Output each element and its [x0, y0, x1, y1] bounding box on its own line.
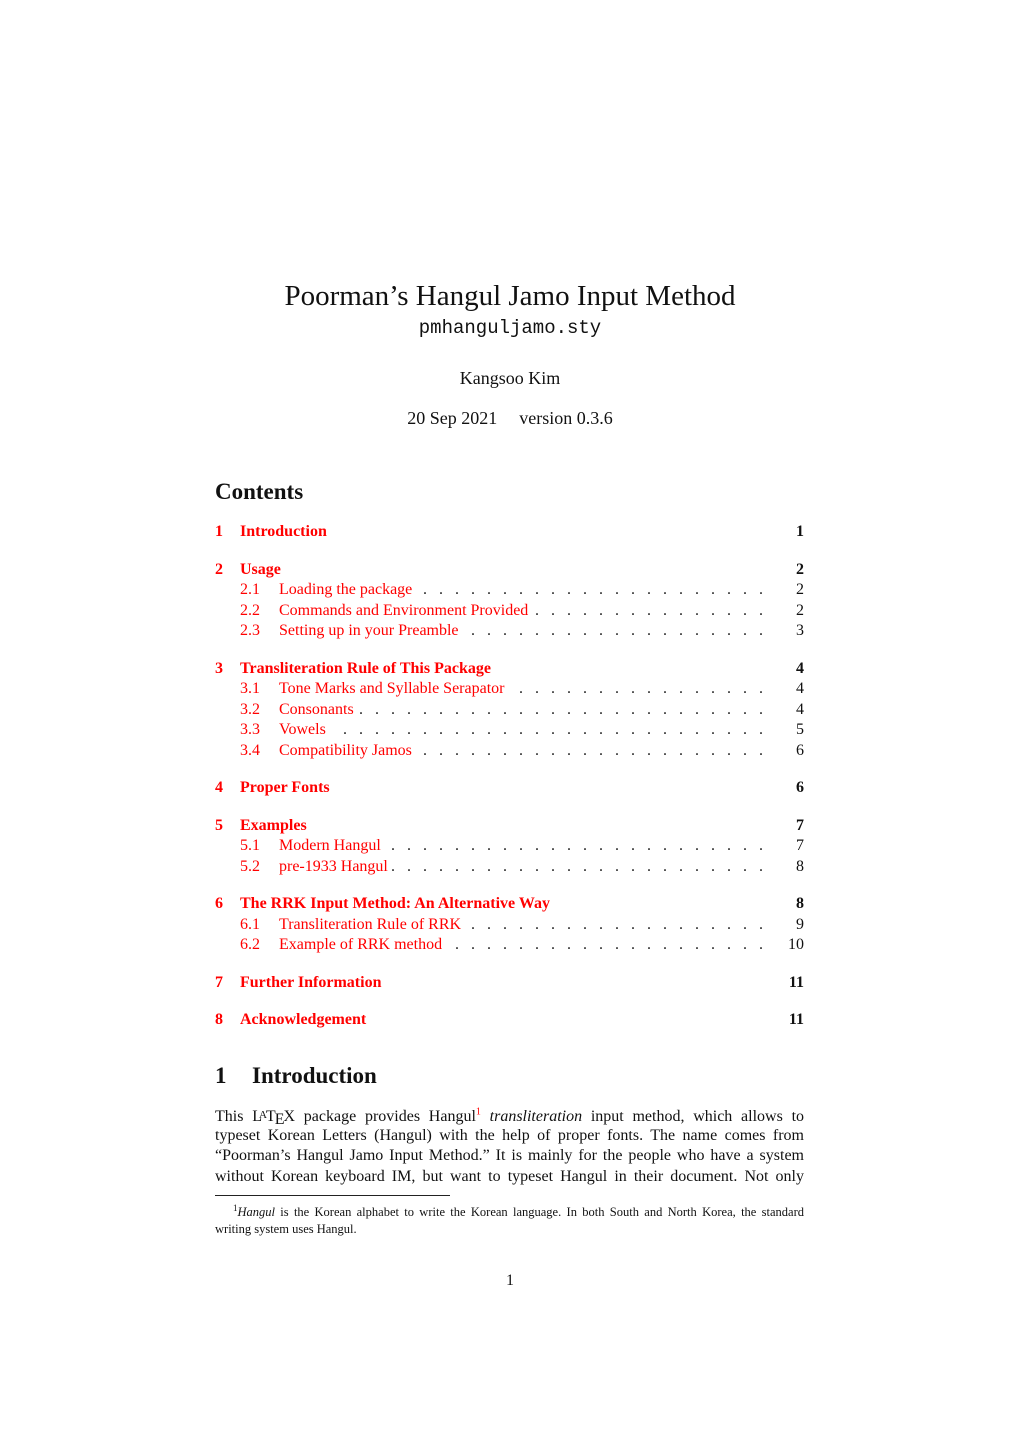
toc-entry[interactable]: 2.3 Setting up in your Preamble. . . . . … — [215, 621, 804, 641]
toc-entry-label[interactable]: Proper Fonts — [240, 778, 334, 798]
toc-entry[interactable]: 6.1 Transliteration Rule of RRK. . . . . … — [215, 914, 804, 935]
toc-entry-number[interactable]: 2.3 — [240, 621, 260, 641]
toc-entry-number[interactable]: 3 — [215, 659, 223, 679]
toc-entry-label[interactable]: Usage — [240, 559, 285, 580]
section-title: Introduction — [252, 1063, 377, 1088]
paragraph-line: This LATEX package provides Hangul1 tran… — [215, 1106, 805, 1128]
toc-entry-number[interactable]: 3.1 — [240, 679, 260, 699]
toc-entry-page[interactable]: 8 — [790, 894, 804, 914]
toc-entry-label[interactable]: Commands and Environment Provided — [279, 600, 533, 621]
toc-entry-label[interactable]: The RRK Input Method: An Alternative Way — [240, 894, 554, 914]
contents-heading: Contents — [215, 479, 304, 504]
toc-entry[interactable]: 7 Further Information 11 — [215, 972, 804, 993]
toc-entry-page[interactable]: 2 — [790, 600, 804, 621]
toc-entry-label[interactable]: Further Information — [240, 972, 386, 993]
toc-entry-number[interactable]: 3.3 — [240, 720, 260, 740]
toc-entry-page[interactable]: 11 — [782, 1010, 804, 1030]
toc-entry[interactable]: 3.1 Tone Marks and Syllable Serapator. . … — [215, 679, 804, 699]
paragraph-line: without Korean keyboard IM, but want to … — [215, 1167, 804, 1185]
section-number: 1 — [215, 1063, 227, 1088]
toc-entry-number[interactable]: 3.4 — [240, 741, 260, 761]
toc-entry-number[interactable]: 4 — [215, 778, 223, 798]
toc-entry-number[interactable]: 2.1 — [240, 580, 260, 600]
toc-entry-number[interactable]: 6 — [215, 894, 223, 914]
toc-entry-label[interactable]: Introduction — [240, 522, 331, 542]
toc-entry-page[interactable]: 8 — [790, 856, 804, 877]
toc-entry-label[interactable]: Example of RRK method — [279, 935, 447, 955]
toc-entry-number[interactable]: 1 — [215, 522, 223, 542]
toc-entry-page[interactable]: 9 — [790, 914, 804, 935]
toc-entry[interactable]: 2 Usage 2 — [215, 559, 804, 580]
date: 20 Sep 2021 — [407, 408, 498, 428]
toc-entry-page[interactable]: 5 — [790, 720, 804, 740]
toc-entry-page[interactable]: 1 — [790, 522, 804, 542]
toc-entry[interactable]: 8 Acknowledgement 11 — [215, 1010, 804, 1030]
section-heading-introduction: 1 Introduction — [215, 1061, 377, 1091]
footnote: 1Hangul is the Korean alphabet to write … — [215, 1203, 804, 1237]
toc-entry[interactable]: 3.3 Vowels. . . . . . . . . . . . . . . .… — [215, 720, 804, 740]
toc-entry-label[interactable]: Setting up in your Preamble — [279, 621, 463, 641]
toc-entry-label[interactable]: Tone Marks and Syllable Serapator — [279, 679, 509, 699]
toc-entry-number[interactable]: 2 — [215, 560, 223, 580]
author: Kangsoo Kim — [459, 368, 561, 388]
version: version 0.3.6 — [519, 408, 613, 428]
toc-entry[interactable]: 1 Introduction 1 — [215, 522, 804, 542]
toc-entry[interactable]: 5 Examples 7 — [215, 815, 804, 836]
toc-entry-label[interactable]: Compatibility Jamos — [279, 740, 416, 761]
toc-entry[interactable]: 5.2 pre-1933 Hangul. . . . . . . . . . . … — [215, 856, 804, 877]
toc-entry[interactable]: 3.4 Compatibility Jamos. . . . . . . . . … — [215, 740, 804, 761]
paragraph-line: “Poorman’s Hangul Jamo Input Method.” It… — [215, 1147, 804, 1164]
toc-entry-label[interactable]: Consonants — [279, 699, 358, 720]
intro-paragraph: This LATEX package provides Hangul1 tran… — [215, 1105, 804, 1187]
toc-entry-page[interactable]: 6 — [790, 740, 804, 761]
toc-entry[interactable]: 2.2 Commands and Environment Provided. . … — [215, 600, 804, 621]
toc-entry[interactable]: 2.1 Loading the package. . . . . . . . . … — [215, 580, 804, 600]
paragraph-line: typeset Korean Letters (Hangul) with the… — [215, 1126, 804, 1144]
toc-entry-page[interactable]: 7 — [790, 815, 804, 836]
toc-entry-number[interactable]: 5.1 — [240, 836, 260, 856]
latex-logo: LATEX — [252, 1108, 296, 1128]
toc-entry[interactable]: 3 Transliteration Rule of This Package 4 — [215, 658, 804, 679]
document-page: Poorman’s Hangul Jamo Input Method pmhan… — [0, 0, 1020, 1442]
package-name: pmhanguljamo.sty — [418, 317, 602, 339]
toc-entry-page[interactable]: 11 — [782, 972, 804, 993]
toc-entry[interactable]: 6 The RRK Input Method: An Alternative Wa… — [215, 894, 804, 914]
toc-entry-number[interactable]: 6.1 — [240, 915, 260, 935]
toc-entry-number[interactable]: 5.2 — [240, 857, 260, 877]
toc-entry-label[interactable]: Transliteration Rule of This Package — [240, 658, 495, 679]
document-title: Poorman’s Hangul Jamo Input Method — [284, 280, 736, 312]
toc-entry[interactable]: 4 Proper Fonts 6 — [215, 778, 804, 798]
toc-entry-number[interactable]: 7 — [215, 973, 223, 993]
toc-entry-page[interactable]: 2 — [790, 559, 804, 580]
toc-entry[interactable]: 3.2 Consonants. . . . . . . . . . . . . .… — [215, 699, 804, 720]
toc-entry-number[interactable]: 8 — [215, 1010, 223, 1030]
toc-entry-number[interactable]: 3.2 — [240, 700, 260, 720]
toc-entry-label[interactable]: Acknowledgement — [240, 1010, 371, 1030]
page-number: 1 — [506, 1272, 514, 1289]
toc-entry-page[interactable]: 7 — [790, 836, 804, 856]
toc-entry-number[interactable]: 6.2 — [240, 935, 260, 955]
toc-entry-page[interactable]: 4 — [790, 679, 804, 699]
toc-entry-number[interactable]: 2.2 — [240, 601, 260, 621]
footnote-link[interactable]: 1 — [476, 1107, 481, 1118]
toc-leader-dots: . . . . . . . . . . . . . . . . . . . . … — [279, 721, 776, 738]
date-line: 20 Sep 2021 version 0.3.6 — [0, 407, 1020, 429]
toc-entry-number[interactable]: 5 — [215, 816, 223, 836]
toc-entry-label[interactable]: pre-1933 Hangul — [279, 856, 392, 877]
toc-entry-page[interactable]: 4 — [790, 699, 804, 720]
toc-entry-label[interactable]: Loading the package — [279, 580, 417, 600]
toc-entry-page[interactable]: 2 — [790, 580, 804, 600]
toc-entry-page[interactable]: 6 — [790, 778, 804, 798]
footnote-rule — [215, 1195, 450, 1196]
toc-entry-label[interactable]: Transliteration Rule of RRK — [279, 914, 466, 935]
toc-entry-page[interactable]: 3 — [790, 621, 804, 641]
toc-entry[interactable]: 5.1 Modern Hangul. . . . . . . . . . . . … — [215, 836, 804, 856]
toc-entry[interactable]: 6.2 Example of RRK method. . . . . . . . … — [215, 935, 804, 955]
toc-entry-label[interactable]: Examples — [240, 815, 311, 836]
toc-entry-page[interactable]: 4 — [790, 658, 804, 679]
toc-entry-label[interactable]: Vowels — [279, 720, 330, 740]
toc-entry-label[interactable]: Modern Hangul — [279, 836, 385, 856]
toc-entry-page[interactable]: 10 — [782, 935, 804, 955]
